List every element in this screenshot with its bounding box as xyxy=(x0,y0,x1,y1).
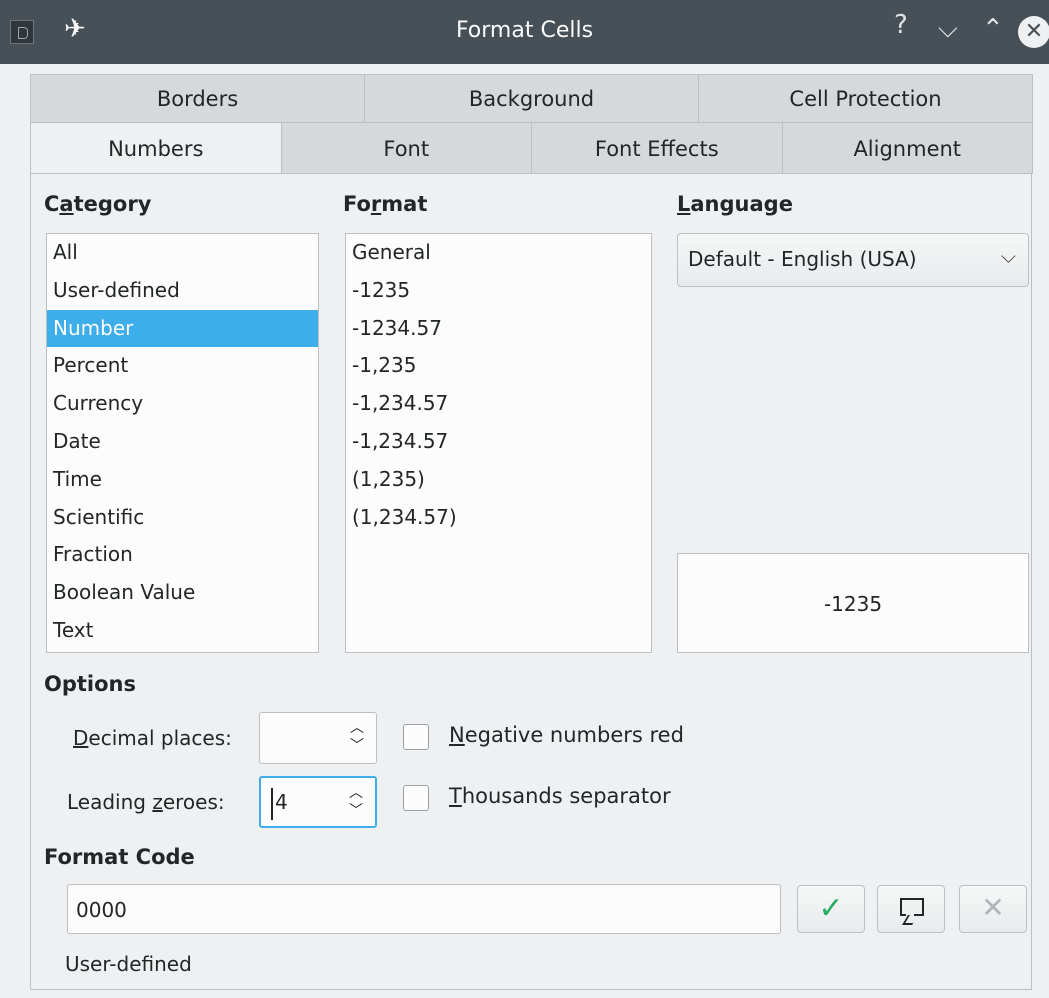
delete-format-button: ✕ xyxy=(959,885,1027,933)
list-item[interactable]: -1,234.57 xyxy=(346,423,651,461)
tab-borders[interactable]: Borders xyxy=(30,74,365,122)
options-label: Options xyxy=(44,672,136,696)
list-item[interactable]: User-defined xyxy=(47,272,318,310)
list-item[interactable]: All xyxy=(47,234,318,272)
language-value: Default - English (USA) xyxy=(688,247,917,271)
thousands-separator-checkbox[interactable] xyxy=(403,785,429,811)
tab-alignment[interactable]: Alignment xyxy=(781,122,1033,174)
list-item[interactable]: Scientific xyxy=(47,499,318,537)
list-item[interactable]: General xyxy=(346,234,651,272)
comment-icon xyxy=(900,898,924,918)
list-item[interactable]: (1,234.57) xyxy=(346,499,651,537)
numbers-panel: Category Format Language All User-define… xyxy=(30,173,1032,990)
negative-red-checkbox[interactable] xyxy=(403,724,429,750)
format-code-label: Format Code xyxy=(44,845,195,869)
minimize-icon[interactable]: ⌵ xyxy=(938,14,958,45)
tab-numbers[interactable]: Numbers xyxy=(30,122,282,175)
negative-red-label[interactable]: Negative numbers red xyxy=(449,723,684,747)
maximize-icon[interactable]: ⌃ xyxy=(982,14,1004,44)
list-item[interactable]: (1,235) xyxy=(346,461,651,499)
list-item[interactable]: -1,234.57 xyxy=(346,385,651,423)
title-bar: ✈ Format Cells ? ⌵ ⌃ ✕ xyxy=(0,0,1049,64)
window-title: Format Cells xyxy=(455,18,594,43)
language-label: Language xyxy=(677,192,793,216)
category-list[interactable]: All User-defined Number Percent Currency… xyxy=(46,233,319,653)
list-item[interactable]: Percent xyxy=(47,347,318,385)
list-item-selected[interactable]: Number xyxy=(47,309,318,348)
language-dropdown[interactable]: Default - English (USA) ⌵ xyxy=(677,233,1029,287)
chevron-up-icon[interactable]: ︿ xyxy=(349,786,363,800)
list-item[interactable]: -1235 xyxy=(346,272,651,310)
tab-background[interactable]: Background xyxy=(364,74,699,122)
category-label: Category xyxy=(44,192,152,216)
confirm-check-button[interactable]: ✓ xyxy=(797,885,865,933)
format-code-input[interactable]: 0000 xyxy=(67,884,781,934)
chevron-down-icon: ⌵ xyxy=(1000,244,1016,268)
close-icon[interactable]: ✕ xyxy=(1018,16,1049,48)
decimal-places-label: Decimal places: xyxy=(73,726,232,750)
list-item[interactable]: Boolean Value xyxy=(47,574,318,612)
text-cursor xyxy=(271,788,273,820)
leading-zeroes-stepper[interactable]: 4 ︿ ﹀ xyxy=(259,776,377,828)
tab-cell-protection[interactable]: Cell Protection xyxy=(698,74,1033,122)
leading-zeroes-label: Leading zeroes: xyxy=(67,790,225,814)
list-item[interactable]: -1,235 xyxy=(346,347,651,385)
tab-font[interactable]: Font xyxy=(280,122,532,174)
tab-font-effects[interactable]: Font Effects xyxy=(531,122,783,174)
format-list[interactable]: General -1235 -1234.57 -1,235 -1,234.57 … xyxy=(345,233,652,653)
list-item[interactable]: Date xyxy=(47,423,318,461)
format-description: User-defined xyxy=(65,952,192,976)
help-icon[interactable]: ? xyxy=(894,10,908,40)
list-item[interactable]: Currency xyxy=(47,385,318,423)
thousands-separator-label[interactable]: Thousands separator xyxy=(449,784,671,808)
format-label: Format xyxy=(343,192,428,216)
decimal-places-stepper[interactable]: ︿ ﹀ xyxy=(259,712,377,764)
list-item[interactable]: Text xyxy=(47,612,318,650)
chevron-down-icon[interactable]: ﹀ xyxy=(350,739,364,753)
chevron-up-icon[interactable]: ︿ xyxy=(350,721,364,735)
list-item[interactable]: -1234.57 xyxy=(346,310,651,348)
list-item[interactable]: Time xyxy=(47,461,318,499)
add-comment-button[interactable] xyxy=(877,885,945,933)
list-item[interactable]: Fraction xyxy=(47,536,318,574)
chevron-down-icon[interactable]: ﹀ xyxy=(349,804,363,818)
format-preview: -1235 xyxy=(677,553,1029,653)
